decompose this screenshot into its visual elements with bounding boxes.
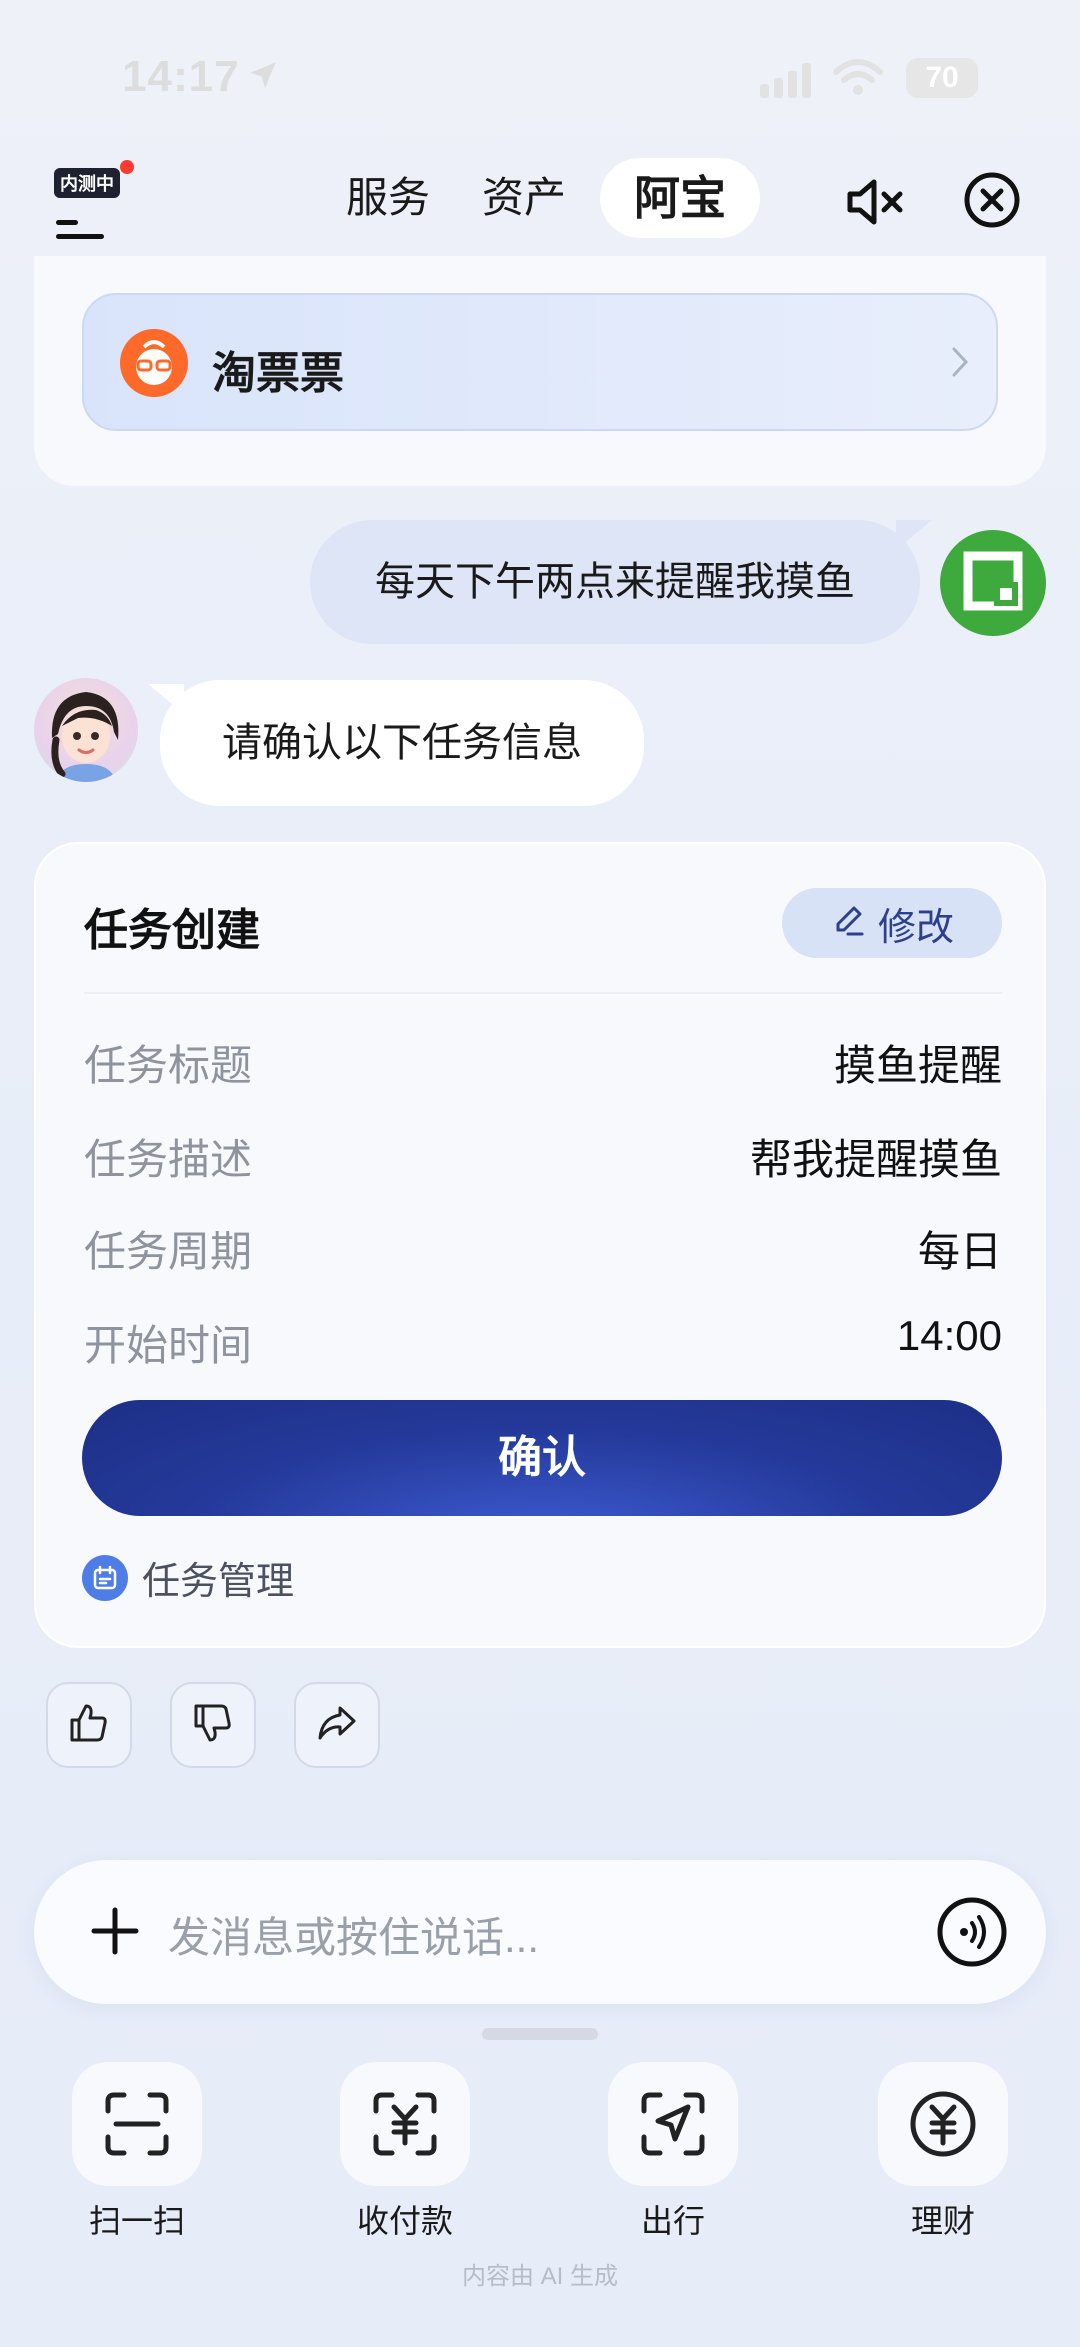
assistant-message-bubble: 请确认以下任务信息 bbox=[160, 680, 644, 806]
wifi-icon bbox=[832, 58, 884, 103]
field-row-title: 任务标题 摸鱼提醒 bbox=[84, 1032, 1002, 1092]
travel-icon bbox=[608, 2062, 738, 2186]
scan-icon bbox=[72, 2062, 202, 2186]
cellular-signal-icon bbox=[760, 62, 814, 103]
app-header: 内测中 服务 资产 阿宝 bbox=[0, 150, 1080, 250]
quick-action-finance[interactable]: 理财 bbox=[878, 2062, 1008, 2242]
task-management-label: 任务管理 bbox=[142, 1561, 295, 1603]
message-input[interactable]: 发消息或按住说话... bbox=[168, 1904, 539, 1965]
quick-action-label: 扫一扫 bbox=[88, 2203, 185, 2239]
edit-pencil-icon bbox=[830, 902, 868, 945]
task-creation-card: 任务创建 修改 任务标题 摸鱼提醒 任务描述 帮我提醒摸鱼 任务周期 每日 开始… bbox=[34, 842, 1046, 1648]
field-row-period: 任务周期 每日 bbox=[84, 1218, 1002, 1278]
status-time: 14:17 bbox=[122, 52, 240, 101]
edit-button-label: 修改 bbox=[877, 906, 954, 949]
taopiaopiao-entry[interactable]: 淘票票 bbox=[82, 293, 998, 431]
battery-indicator: 70 bbox=[906, 58, 978, 98]
assistant-message-text: 请确认以下任务信息 bbox=[222, 721, 582, 765]
user-message-text: 每天下午两点来提醒我摸鱼 bbox=[375, 560, 855, 604]
dislike-button[interactable] bbox=[170, 1682, 256, 1768]
taopiaopiao-label: 淘票票 bbox=[212, 349, 344, 398]
quick-action-label: 理财 bbox=[910, 2203, 975, 2239]
field-label: 任务标题 bbox=[84, 1042, 253, 1089]
menu-button[interactable]: 内测中 bbox=[52, 160, 134, 239]
taopiaopiao-logo-icon bbox=[120, 329, 188, 397]
thumbs-up-icon bbox=[66, 1700, 112, 1751]
message-input-bar: 发消息或按住说话... bbox=[34, 1860, 1046, 2004]
field-value: 14:00 bbox=[896, 1312, 1002, 1359]
drag-handle[interactable] bbox=[482, 2028, 598, 2040]
divider bbox=[84, 992, 1002, 994]
quick-action-label: 出行 bbox=[640, 2203, 705, 2239]
tab-services[interactable]: 服务 bbox=[320, 158, 456, 238]
menu-icon bbox=[56, 214, 108, 249]
field-row-description: 任务描述 帮我提醒摸鱼 bbox=[84, 1126, 1002, 1186]
field-label: 任务描述 bbox=[84, 1136, 253, 1183]
chevron-right-icon bbox=[950, 345, 970, 384]
beta-badge: 内测中 bbox=[54, 168, 120, 198]
notification-dot bbox=[120, 160, 134, 174]
quick-action-label: 收付款 bbox=[356, 2203, 453, 2239]
share-button[interactable] bbox=[294, 1682, 380, 1768]
user-bubble-tail bbox=[896, 520, 932, 555]
task-management-link[interactable]: 任务管理 bbox=[82, 1550, 294, 1605]
edit-button[interactable]: 修改 bbox=[782, 888, 1002, 958]
location-arrow-icon bbox=[246, 58, 280, 97]
tab-assets[interactable]: 资产 bbox=[456, 158, 592, 238]
field-value: 帮我提醒摸鱼 bbox=[749, 1136, 1002, 1183]
like-button[interactable] bbox=[46, 1682, 132, 1768]
quick-action-travel[interactable]: 出行 bbox=[608, 2062, 738, 2242]
task-card-title: 任务创建 bbox=[84, 906, 260, 955]
top-tabs: 服务 资产 阿宝 bbox=[320, 156, 761, 240]
user-avatar[interactable] bbox=[940, 530, 1046, 636]
thumbs-down-icon bbox=[190, 1700, 236, 1751]
share-arrow-icon bbox=[314, 1700, 360, 1751]
voice-input-icon[interactable] bbox=[936, 1896, 1008, 1973]
mute-icon[interactable] bbox=[844, 172, 908, 237]
field-label: 任务周期 bbox=[84, 1228, 253, 1275]
field-row-start-time: 开始时间 14:00 bbox=[84, 1312, 1002, 1372]
quick-action-scan[interactable]: 扫一扫 bbox=[72, 2062, 202, 2242]
confirm-button[interactable]: 确认 bbox=[82, 1400, 1002, 1516]
field-value: 每日 bbox=[917, 1228, 1002, 1275]
quick-action-payment[interactable]: 收付款 bbox=[340, 2062, 470, 2242]
payment-icon bbox=[340, 2062, 470, 2186]
calendar-icon bbox=[82, 1554, 128, 1601]
tab-abao[interactable]: 阿宝 bbox=[600, 158, 761, 238]
ai-generated-note: 内容由 AI 生成 bbox=[461, 2263, 618, 2290]
user-message-bubble: 每天下午两点来提醒我摸鱼 bbox=[310, 520, 920, 644]
assistant-avatar[interactable] bbox=[34, 678, 138, 782]
field-value: 摸鱼提醒 bbox=[833, 1042, 1002, 1089]
finance-icon bbox=[878, 2062, 1008, 2186]
plus-icon[interactable] bbox=[86, 1902, 144, 1965]
close-circle-icon[interactable] bbox=[962, 170, 1022, 235]
field-label: 开始时间 bbox=[84, 1322, 253, 1369]
status-bar: 14:17 70 bbox=[0, 0, 1080, 150]
